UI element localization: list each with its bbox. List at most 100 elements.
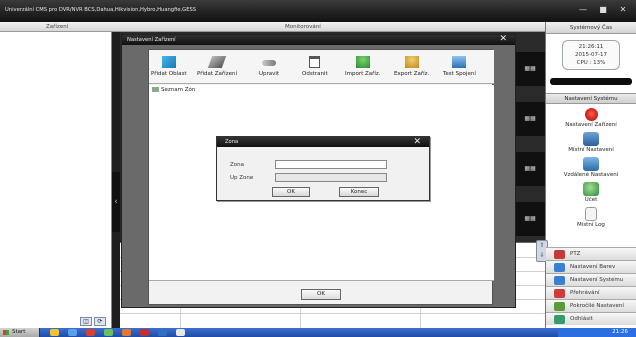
user-icon bbox=[583, 182, 599, 196]
red-circle-icon bbox=[584, 108, 598, 121]
video-tile[interactable]: ▦▦ bbox=[515, 152, 545, 186]
button-label: Přehrávání bbox=[570, 290, 600, 296]
dialog-title: Nastavení Zařízení bbox=[122, 35, 515, 45]
taskbar: Start 21:26 bbox=[0, 328, 636, 337]
panel-header: Zařízení Monitorování bbox=[0, 22, 545, 32]
refresh-icon[interactable]: ⟳ bbox=[94, 317, 106, 326]
status-bar bbox=[550, 78, 632, 85]
start-label: Start bbox=[12, 329, 26, 335]
window-titlebar: Univerzální CMS pro DVR/NVR BCS,Dahua,Hi… bbox=[0, 0, 636, 22]
zone-cancel-button[interactable]: Konec bbox=[339, 187, 379, 197]
quick-launch bbox=[50, 329, 185, 336]
zone-dialog: Zona ✕ Zona Up Zone OK Konec bbox=[216, 136, 430, 201]
tray-clock[interactable]: 21:26 bbox=[612, 329, 628, 335]
app-icon[interactable] bbox=[86, 329, 95, 336]
browser-icon[interactable] bbox=[68, 329, 77, 336]
import-button[interactable]: Import Zaříz. bbox=[345, 56, 381, 77]
delete-button[interactable]: Odstranit bbox=[302, 56, 328, 77]
logout-button[interactable]: Odhlásit bbox=[546, 312, 636, 325]
minimize-button[interactable]: — bbox=[576, 5, 590, 15]
toolbar-label: Přidat Zařízení bbox=[197, 71, 237, 77]
logout-icon bbox=[554, 315, 565, 324]
system-settings-button[interactable]: Nastavení Systému bbox=[546, 273, 636, 286]
video-tile[interactable]: ▦▦ bbox=[515, 202, 545, 236]
button-label: Nastavení Systému bbox=[570, 277, 624, 283]
up-zone-input[interactable] bbox=[275, 173, 387, 182]
window-controls: — ■ ✕ bbox=[576, 5, 630, 15]
toolbar-label: Odstranit bbox=[302, 71, 328, 77]
app-icon[interactable] bbox=[122, 329, 131, 336]
device-tree-panel[interactable]: ◫ ⟳ bbox=[0, 32, 112, 328]
settings-icon bbox=[554, 276, 565, 285]
playback-icon bbox=[554, 289, 565, 298]
video-tile[interactable]: ▦▦ bbox=[515, 102, 545, 136]
add-device-button[interactable]: Přidat Zařízení bbox=[197, 56, 237, 77]
system-time-header: Systémový Čas bbox=[546, 22, 636, 34]
devices-panel-title: Zařízení bbox=[46, 24, 69, 30]
collapse-handle[interactable]: ‹ bbox=[112, 172, 120, 232]
zone-dialog-close-button[interactable]: ✕ bbox=[413, 137, 421, 147]
local-settings-item[interactable]: Místní Nastavení bbox=[546, 132, 636, 153]
local-log-item[interactable]: Místní Log bbox=[546, 207, 636, 228]
cpu-usage: CPU : 13% bbox=[576, 60, 606, 66]
remote-settings-item[interactable]: Vzdálené Nastavení bbox=[546, 157, 636, 178]
layout-icon[interactable]: ◫ bbox=[80, 317, 92, 326]
tree-node-label: Seznam Zón bbox=[161, 87, 196, 93]
system-settings-header: Nastavení Systému bbox=[546, 93, 636, 104]
network-icon bbox=[583, 132, 599, 146]
test-connection-button[interactable]: Test Spojení bbox=[443, 56, 476, 77]
app-icon[interactable] bbox=[104, 329, 113, 336]
window-title: Univerzální CMS pro DVR/NVR BCS,Dahua,Hi… bbox=[5, 7, 197, 13]
toolbar-label: Import Zaříz. bbox=[345, 71, 381, 77]
zone-dialog-title: Zona bbox=[217, 137, 429, 147]
windows-logo-icon bbox=[3, 330, 9, 335]
right-sidebar: Systémový Čas 21:26:11 2015-07-17 CPU : … bbox=[536, 22, 636, 328]
account-item[interactable]: Účet bbox=[546, 182, 636, 203]
color-settings-button[interactable]: Nastavení Barev bbox=[546, 260, 636, 273]
app-icon[interactable] bbox=[158, 329, 167, 336]
export-icon bbox=[404, 56, 419, 68]
item-label: Vzdálené Nastavení bbox=[563, 172, 619, 178]
panel-splitter[interactable]: ‹ bbox=[112, 32, 120, 328]
toolbar-label: Export Zaříz. bbox=[394, 71, 430, 77]
button-label: Nastavení Barev bbox=[570, 264, 616, 270]
monitoring-panel-title: Monitorování bbox=[285, 24, 321, 30]
video-tile[interactable]: ▦▦ bbox=[515, 52, 545, 86]
add-device-icon bbox=[207, 56, 227, 68]
left-tools: ◫ ⟳ bbox=[80, 317, 106, 326]
device-settings-item[interactable]: Nastavení Zařízení bbox=[546, 108, 636, 128]
edit-button[interactable]: Upravit bbox=[259, 56, 279, 77]
system-tray: 21:26 bbox=[558, 328, 636, 337]
zone-name-input[interactable] bbox=[275, 160, 387, 169]
zone-label: Zona bbox=[230, 162, 244, 168]
folder-icon[interactable] bbox=[50, 329, 59, 336]
playback-button[interactable]: Přehrávání bbox=[546, 286, 636, 299]
maximize-button[interactable]: ■ bbox=[596, 5, 610, 15]
ptz-button[interactable]: PTZ bbox=[546, 247, 636, 260]
grid-line bbox=[120, 313, 545, 314]
dialog-toolbar: Přidat Oblast Přidat Zařízení Upravit Od… bbox=[149, 50, 494, 84]
edit-icon bbox=[262, 60, 277, 66]
item-label: Nastavení Zařízení bbox=[565, 122, 617, 128]
item-label: Účet bbox=[584, 197, 598, 203]
toolbar-label: Test Spojení bbox=[443, 71, 476, 77]
app-icon[interactable] bbox=[140, 329, 149, 336]
add-area-button[interactable]: Přidat Oblast bbox=[151, 56, 187, 77]
tree-folder-icon bbox=[152, 87, 159, 92]
palette-icon bbox=[554, 263, 565, 272]
zone-ok-button[interactable]: OK bbox=[272, 187, 310, 197]
clock-time: 21:26:11 bbox=[578, 44, 604, 50]
remote-icon bbox=[583, 157, 599, 171]
import-icon bbox=[355, 56, 370, 68]
video-tile-column: ▦▦ ▦▦ ▦▦ ▦▦ bbox=[515, 52, 545, 242]
toolbar-label: Přidat Oblast bbox=[151, 71, 187, 77]
advanced-settings-button[interactable]: Pokročilé Nastavení bbox=[546, 299, 636, 312]
dialog-ok-button[interactable]: OK bbox=[301, 289, 341, 300]
close-button[interactable]: ✕ bbox=[616, 5, 630, 15]
app-icon[interactable] bbox=[176, 329, 185, 336]
button-label: PTZ bbox=[570, 251, 581, 257]
dialog-close-button[interactable]: ✕ bbox=[499, 34, 507, 44]
start-button[interactable]: Start bbox=[0, 328, 40, 337]
export-button[interactable]: Export Zaříz. bbox=[394, 56, 429, 77]
tree-root-node[interactable]: Seznam Zón bbox=[152, 87, 195, 93]
